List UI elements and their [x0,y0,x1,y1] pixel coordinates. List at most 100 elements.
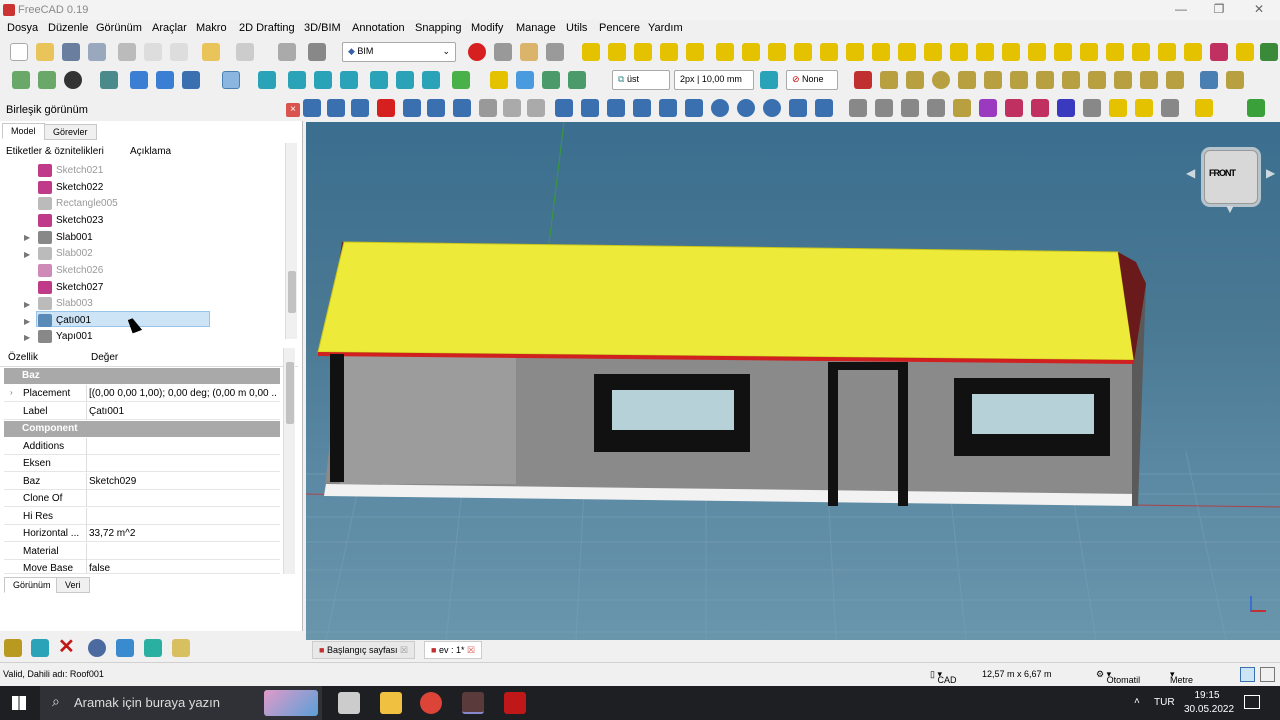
navigation-cube[interactable]: FRONT [1204,150,1258,204]
macros-icon[interactable] [520,43,538,61]
tab-gorevler[interactable]: Görevler [44,124,97,140]
prop-value[interactable]: 33,72 m^2 [89,528,277,539]
lock-icon[interactable] [1247,99,1265,117]
prop-row-move-base[interactable]: Move Base false [4,560,280,574]
menu-duzenle[interactable]: Düzenle [48,22,88,34]
file-explorer-icon[interactable] [380,692,402,714]
bim-truss-icon[interactable] [1028,43,1046,61]
layers-icon[interactable] [1083,99,1101,117]
bim-stairs-icon[interactable] [898,43,916,61]
redo-icon[interactable] [236,43,254,61]
tree-item-yapi001[interactable]: Yapı001 [56,331,93,341]
draft-arc-icon[interactable] [958,71,976,89]
tree-item-sketch023[interactable]: Sketch023 [56,215,103,231]
grid-icon[interactable] [581,99,599,117]
expand-arrow-icon[interactable]: ▶ [24,250,30,259]
draft-bezier-icon[interactable] [1088,71,1106,89]
whats-this-icon[interactable] [308,43,326,61]
prop-row-label[interactable]: Label Çatı001 [4,403,280,420]
draft-circle-icon[interactable] [932,71,950,89]
arrow-down-icon[interactable] [427,99,445,117]
expand-arrow-icon[interactable]: ▶ [24,300,30,309]
property-scroll-thumb[interactable] [286,362,294,424]
prop-group-component[interactable]: Component [4,421,280,437]
bim-slab-icon[interactable] [794,43,812,61]
ifc-explorer-icon[interactable] [1031,99,1049,117]
view-mode-icon[interactable] [1240,667,1255,682]
create-group-icon[interactable] [516,71,534,89]
bim-frame-icon[interactable] [976,43,994,61]
tree-item-sketch026[interactable]: Sketch026 [56,265,103,281]
bim-axis-icon[interactable] [1184,43,1202,61]
tree-item-slab001[interactable]: Slab001 [56,232,93,248]
clip-mode-icon[interactable] [1260,667,1275,682]
reference-icon[interactable] [901,99,919,117]
report-icon[interactable] [1005,99,1023,117]
menu-2d-drafting[interactable]: 2D Drafting [239,22,295,34]
navcube-left-arrow-icon[interactable]: ◀ [1186,166,1195,180]
remove-icon[interactable] [527,99,545,117]
modify-trimex-icon[interactable] [303,99,321,117]
stairs-icon[interactable] [607,99,625,117]
notes-icon[interactable] [172,639,190,657]
view-rear-icon[interactable] [370,71,388,89]
prop-value[interactable]: Çatı001 [89,406,277,417]
record-macro-icon[interactable] [468,43,486,61]
tree-item-cati001[interactable]: Çatı001 [56,315,91,331]
tab-model[interactable]: Model [2,123,45,139]
amd-icon[interactable] [504,692,526,714]
material-icon[interactable] [1109,99,1127,117]
tree-item-sketch022[interactable]: Sketch022 [56,182,103,198]
tab-ev-document[interactable]: ■ ev : 1* ☒ [424,641,483,659]
visibility-icon[interactable] [88,639,106,657]
bim-site-icon[interactable] [582,43,600,61]
bim-project-icon[interactable] [686,43,704,61]
make-link-icon[interactable] [542,71,560,89]
bim-rebar-icon[interactable] [1080,43,1098,61]
prop-value[interactable]: false [89,563,277,573]
modify-join-icon[interactable] [327,99,345,117]
open-file-icon[interactable] [36,43,54,61]
snap-none-button[interactable]: ⊘ None [786,70,838,90]
property-scrollbar[interactable] [283,348,295,574]
menu-yardim[interactable]: Yardım [648,22,683,34]
nav-back-icon[interactable] [130,71,148,89]
view-bottom-icon[interactable] [396,71,414,89]
undo-icon[interactable] [202,43,220,61]
tag-icon[interactable] [144,639,162,657]
chrome-icon[interactable] [420,692,442,714]
cut-icon[interactable] [118,43,136,61]
tree-item-rectangle005[interactable]: Rectangle005 [56,198,118,214]
tree-item-sketch027[interactable]: Sketch027 [56,282,103,298]
common-icon[interactable] [737,99,755,117]
menu-dosya[interactable]: Dosya [7,22,38,34]
menu-manage[interactable]: Manage [516,22,556,34]
create-part-icon[interactable] [490,71,508,89]
roof[interactable] [317,241,1135,361]
fuse-icon[interactable] [711,99,729,117]
notifications-icon[interactable] [1244,695,1260,709]
refresh-icon[interactable] [278,43,296,61]
draft-ellipse-icon[interactable] [984,71,1002,89]
bim-preflight-icon[interactable] [1210,43,1228,61]
bim-library-icon[interactable] [1236,43,1254,61]
tray-chevron-icon[interactable]: ˄ [1134,696,1140,707]
save-as-icon[interactable] [88,43,106,61]
workbench-selector[interactable]: ◆ BIM ⌄ [342,42,456,62]
fit-all-icon[interactable] [12,71,30,89]
navcube-down-arrow-icon[interactable]: ▼ [1224,202,1236,216]
draft-polygon-icon[interactable] [1010,71,1028,89]
view-front-icon[interactable] [288,71,306,89]
menu-3d-bim[interactable]: 3D/BIM [304,22,341,34]
task-view-icon[interactable] [338,692,360,714]
arrow-up-icon[interactable] [403,99,421,117]
expand-arrow-icon[interactable]: ▶ [24,233,30,242]
bim-views-icon[interactable] [1195,99,1213,117]
draft-rectangle-icon[interactable] [1036,71,1054,89]
ifc-elements-icon[interactable] [1057,99,1075,117]
clone-icon[interactable] [849,99,867,117]
bounding-box-icon[interactable] [100,71,118,89]
draft-facebinder-icon[interactable] [1140,71,1158,89]
unit-mode-selector[interactable]: ⚙ Otomatil ▾ [1096,669,1140,685]
draft-line-icon[interactable] [854,71,872,89]
